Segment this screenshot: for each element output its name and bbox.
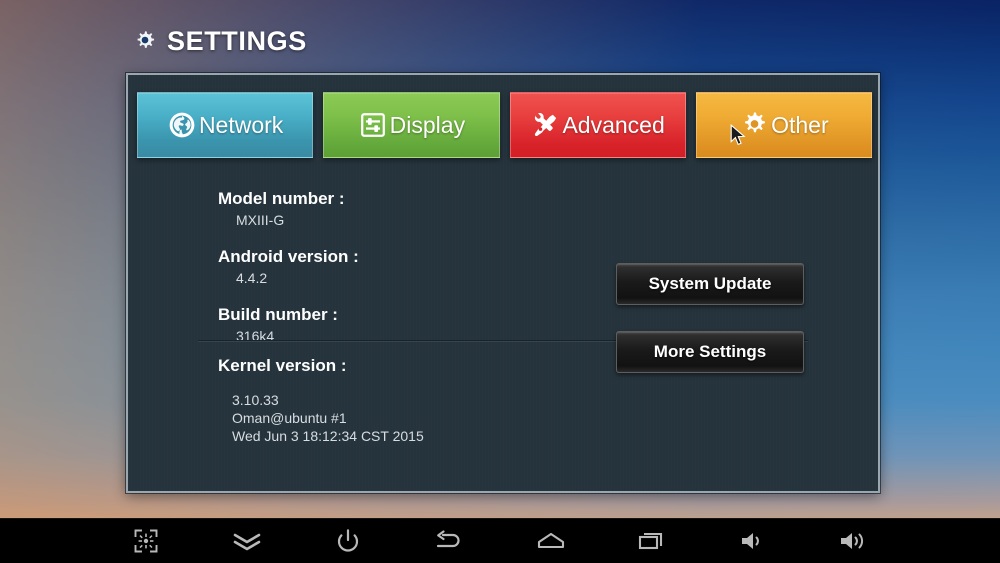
- tab-other[interactable]: Other: [695, 92, 872, 158]
- info-value: 316k4: [236, 328, 275, 344]
- info-row-model: Model number : MXIII-G: [218, 188, 578, 230]
- tab-advanced[interactable]: Advanced: [509, 92, 686, 158]
- system-update-button[interactable]: System Update: [616, 263, 804, 305]
- volume-down-icon[interactable]: [725, 521, 781, 561]
- tab-network-label: Network: [198, 111, 284, 138]
- gear-icon: [739, 110, 769, 140]
- sliders-icon: [358, 110, 388, 140]
- info-value: 4.4.2: [236, 270, 268, 286]
- tab-display[interactable]: Display: [323, 92, 500, 158]
- kernel-version-lines: 3.10.33 Oman@ubuntu #1 Wed Jun 3 18:12:3…: [218, 391, 638, 445]
- info-row-android-version: Android version : 4.4.2: [218, 246, 578, 288]
- page-title-bar: SETTINGS: [132, 28, 307, 55]
- kernel-line: Oman@ubuntu #1: [232, 410, 347, 426]
- action-buttons: System Update More Settings: [616, 263, 804, 373]
- power-icon[interactable]: [320, 521, 376, 561]
- android-settings-screen: SETTINGS Network Display Advanced Other …: [0, 0, 1000, 563]
- tab-network[interactable]: Network: [137, 92, 314, 158]
- kernel-line: 3.10.33: [232, 392, 279, 408]
- screenshot-icon[interactable]: [118, 521, 174, 561]
- info-value: MXIII-G: [236, 212, 285, 228]
- info-row-kernel-version: Kernel version : 3.10.33 Oman@ubuntu #1 …: [218, 355, 638, 445]
- info-label: Build number :: [218, 305, 338, 324]
- wrench-screwdriver-icon: [530, 110, 560, 140]
- device-info-list: Model number : MXIII-G Android version :…: [218, 188, 578, 362]
- info-label: Android version :: [218, 247, 359, 266]
- navigation-bar: [0, 518, 1000, 563]
- tab-row: Network Display Advanced Other: [137, 92, 872, 158]
- tab-display-label: Display: [389, 111, 466, 138]
- back-icon[interactable]: [421, 521, 477, 561]
- device-info-area: Model number : MXIII-G Android version :…: [128, 175, 878, 493]
- globe-icon: [167, 110, 197, 140]
- settings-panel: Network Display Advanced Other Model num…: [126, 73, 880, 493]
- more-settings-button[interactable]: More Settings: [616, 331, 804, 373]
- tab-other-label: Other: [771, 111, 829, 138]
- kernel-line: Wed Jun 3 18:12:34 CST 2015: [232, 428, 424, 444]
- home-icon[interactable]: [523, 521, 579, 561]
- info-label: Kernel version :: [218, 356, 347, 375]
- volume-up-icon[interactable]: [826, 521, 882, 561]
- info-label: Model number :: [218, 189, 345, 208]
- chevron-double-down-icon[interactable]: [219, 521, 275, 561]
- page-title: SETTINGS: [167, 26, 307, 56]
- gear-icon: [132, 29, 158, 55]
- recent-apps-icon[interactable]: [624, 521, 680, 561]
- tab-advanced-label: Advanced: [562, 111, 665, 138]
